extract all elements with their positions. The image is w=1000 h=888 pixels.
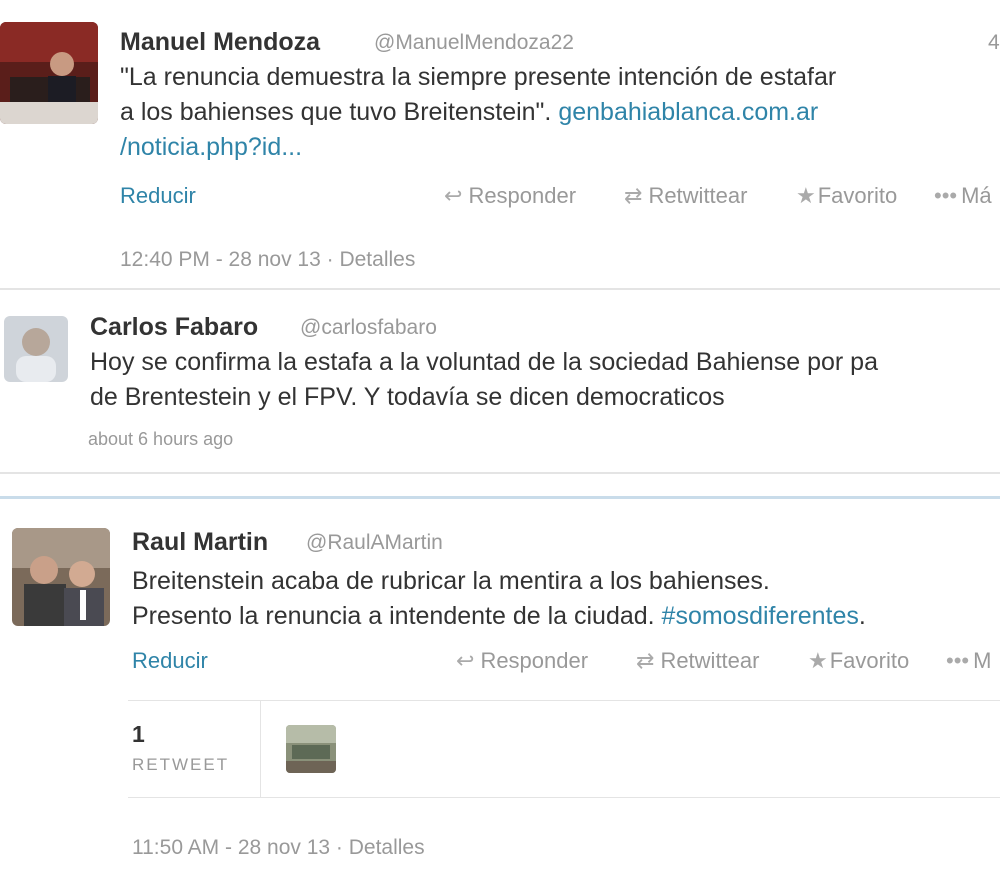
retweet-label[interactable]: RETWEET xyxy=(132,755,229,775)
avatar-raul-martin[interactable] xyxy=(12,528,110,626)
tweet-text: "La renuncia demuestra la siempre presen… xyxy=(120,60,836,165)
tweet-timestamp[interactable]: 11:50 AM - 28 nov 13 · Detalles xyxy=(132,836,425,860)
retweeter-avatar[interactable] xyxy=(286,725,336,773)
tweet-timestamp[interactable]: 12:40 PM - 28 nov 13 · Detalles xyxy=(120,248,415,272)
author-handle[interactable]: @carlosfabaro xyxy=(300,316,437,340)
tweet-text: Hoy se confirma la estafa a la voluntad … xyxy=(90,348,878,411)
favorite-button[interactable]: ★Favorito xyxy=(796,183,897,209)
avatar-manuel-mendoza[interactable] xyxy=(0,22,98,124)
author-handle[interactable]: @ManuelMendoza22 xyxy=(374,31,574,55)
retweet-stats: 1 RETWEET xyxy=(128,700,1000,798)
divider xyxy=(0,288,1000,290)
hashtag-link[interactable]: #somosdiferentes xyxy=(662,602,859,630)
avatar-carlos-fabaro[interactable] xyxy=(4,316,68,382)
favorite-button[interactable]: ★Favorito xyxy=(808,648,909,674)
more-button[interactable]: ••• Má xyxy=(934,183,992,209)
reply-button[interactable]: ↩ Responder xyxy=(456,648,588,674)
author-handle[interactable]: @RaulAMartin xyxy=(306,531,443,555)
author-name[interactable]: Carlos Fabaro xyxy=(90,313,258,342)
collapse-link[interactable]: Reducir xyxy=(132,648,208,674)
tweet-timestamp[interactable]: about 6 hours ago xyxy=(88,429,233,450)
retweet-button[interactable]: ⇄ Retwittear xyxy=(636,648,759,674)
author-name[interactable]: Raul Martin xyxy=(132,528,268,557)
star-icon: ★ xyxy=(796,183,816,208)
tweet-link-continued[interactable]: /noticia.php?id... xyxy=(120,130,836,165)
divider xyxy=(0,472,1000,474)
tweet-time[interactable]: 4 xyxy=(988,31,1000,55)
collapse-link[interactable]: Reducir xyxy=(120,183,196,209)
reply-button[interactable]: ↩ Responder xyxy=(444,183,576,209)
tweet-link[interactable]: genbahiablanca.com.ar xyxy=(558,98,818,126)
retweet-count[interactable]: 1 xyxy=(132,721,145,748)
author-name[interactable]: Manuel Mendoza xyxy=(120,28,320,57)
retweet-icon: ⇄ xyxy=(636,648,655,673)
retweet-icon: ⇄ xyxy=(624,183,643,208)
reply-arrow-icon: ↩ xyxy=(444,183,463,208)
reply-arrow-icon: ↩ xyxy=(456,648,475,673)
stats-separator xyxy=(260,701,261,797)
star-icon: ★ xyxy=(808,648,828,673)
divider xyxy=(0,496,1000,499)
retweet-button[interactable]: ⇄ Retwittear xyxy=(624,183,747,209)
tweet-text: Breitenstein acaba de rubricar la mentir… xyxy=(132,567,866,630)
more-dots-icon: ••• xyxy=(934,183,958,208)
more-dots-icon: ••• xyxy=(946,648,970,673)
more-button[interactable]: ••• M xyxy=(946,648,991,674)
